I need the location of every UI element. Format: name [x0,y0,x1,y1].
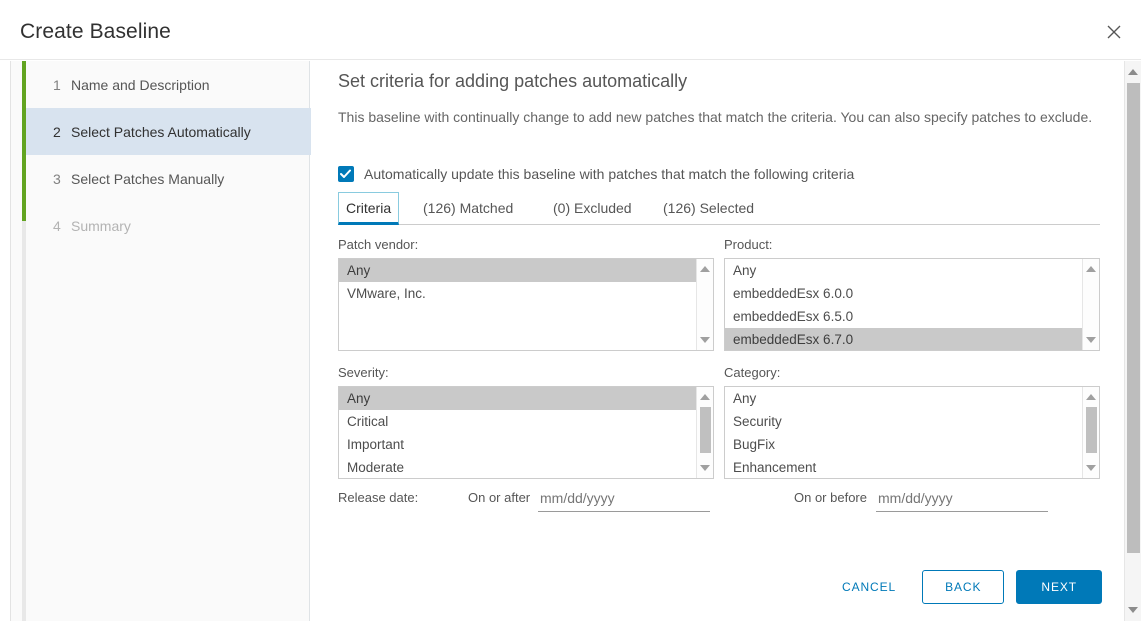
list-item[interactable]: Any [725,259,1082,282]
sidebar-item-summary: 4 Summary [26,202,311,249]
tab-excluded[interactable]: (0) Excluded [546,192,639,225]
on-or-before-date-input[interactable] [876,486,1048,512]
step-label: Summary [71,217,131,234]
field-severity: Severity: Any Critical Important Moderat… [338,365,714,479]
patch-vendor-label: Patch vendor: [338,237,419,252]
scroll-down-icon[interactable] [1128,607,1138,613]
cancel-button[interactable]: CANCEL [828,570,910,604]
on-or-before-label: On or before [794,490,867,505]
category-label: Category: [724,365,781,380]
patch-vendor-scrollbar[interactable] [696,259,713,350]
list-item[interactable]: Enhancement [725,456,1082,478]
step-label: Name and Description [71,76,210,93]
page-title: Set criteria for adding patches automati… [338,71,688,91]
scroll-down-icon[interactable] [700,465,710,471]
tab-matched[interactable]: (126) Matched [416,192,520,225]
severity-label: Severity: [338,365,389,380]
scroll-down-icon[interactable] [1086,337,1096,343]
product-label: Product: [724,237,773,252]
release-date-row: Release date: On or after On or before [338,486,1100,516]
list-item[interactable]: BugFix [725,433,1082,456]
field-product: Product: Any embeddedEsx 6.0.0 embeddedE… [724,237,1100,351]
close-icon-glyph [1107,25,1121,39]
check-icon [340,169,351,178]
auto-update-checkbox[interactable] [338,166,354,182]
list-item[interactable]: Security [725,410,1082,433]
page-scrollbar[interactable] [1124,61,1141,621]
patch-vendor-listbox[interactable]: Any VMware, Inc. [338,258,714,351]
dialog-header: Create Baseline [0,0,1141,60]
on-or-after-label: On or after [468,490,531,505]
category-scrollbar[interactable] [1082,387,1099,478]
list-item[interactable]: Critical [339,410,696,433]
list-item[interactable]: embeddedEsx 6.0.0 [725,282,1082,305]
back-button[interactable]: BACK [922,570,1005,604]
on-or-after-date-input[interactable] [538,486,710,512]
wizard-step-list: 1 Name and Description 2 Select Patches … [26,61,311,249]
release-date-label: Release date: [338,490,419,505]
auto-update-label: Automatically update this baseline with … [364,166,855,182]
scroll-up-icon[interactable] [1086,394,1096,400]
list-item[interactable]: Important [339,433,696,456]
scroll-up-icon[interactable] [700,266,710,272]
scroll-up-icon[interactable] [700,394,710,400]
next-button[interactable]: NEXT [1016,570,1102,604]
wizard-step-nav: 1 Name and Description 2 Select Patches … [10,61,311,621]
severity-listbox[interactable]: Any Critical Important Moderate [338,386,714,479]
sidebar-item-select-patches-automatically[interactable]: 2 Select Patches Automatically [26,108,311,155]
field-patch-vendor: Patch vendor: Any VMware, Inc. [338,237,714,351]
sidebar-item-select-patches-manually[interactable]: 3 Select Patches Manually [26,155,311,202]
product-options: Any embeddedEsx 6.0.0 embeddedEsx 6.5.0 … [725,259,1082,350]
list-item[interactable]: embeddedEsx 6.5.0 [725,305,1082,328]
dialog-title: Create Baseline [20,20,171,43]
step-label: Select Patches Manually [71,170,225,187]
step-number: 1 [53,76,61,93]
step-number: 2 [53,123,61,140]
product-listbox[interactable]: Any embeddedEsx 6.0.0 embeddedEsx 6.5.0 … [724,258,1100,351]
page-description: This baseline with continually change to… [338,109,1093,125]
close-icon[interactable] [1101,19,1127,45]
category-listbox[interactable]: Any Security BugFix Enhancement [724,386,1100,479]
scroll-down-icon[interactable] [700,337,710,343]
list-item[interactable]: Moderate [339,456,696,478]
criteria-tabs: Criteria (126) Matched (0) Excluded (126… [338,192,1100,225]
step-label: Select Patches Automatically [71,123,251,140]
tab-criteria[interactable]: Criteria [338,192,400,225]
category-options: Any Security BugFix Enhancement [725,387,1082,478]
step-number: 3 [53,170,61,187]
scroll-up-icon[interactable] [1128,69,1138,75]
auto-update-checkbox-row[interactable]: Automatically update this baseline with … [338,166,854,182]
sidebar-item-name-and-description[interactable]: 1 Name and Description [26,61,311,108]
list-item[interactable]: Any [339,387,696,410]
list-item[interactable]: Any [725,387,1082,410]
list-item[interactable]: Any [339,259,696,282]
wizard-content-panel: Set criteria for adding patches automati… [338,61,1113,621]
severity-options: Any Critical Important Moderate [339,387,696,478]
scroll-thumb[interactable] [1086,407,1097,453]
patch-vendor-options: Any VMware, Inc. [339,259,696,350]
tab-selected[interactable]: (126) Selected [656,192,761,225]
field-category: Category: Any Security BugFix Enhancemen… [724,365,1100,479]
dialog-footer: CANCEL BACK NEXT [338,565,1102,609]
scroll-thumb[interactable] [1127,83,1140,553]
scroll-thumb[interactable] [700,407,711,453]
list-item[interactable]: embeddedEsx 6.7.0 [725,328,1082,350]
product-scrollbar[interactable] [1082,259,1099,350]
scroll-down-icon[interactable] [1086,465,1096,471]
severity-scrollbar[interactable] [696,387,713,478]
scroll-up-icon[interactable] [1086,266,1096,272]
step-number: 4 [53,217,61,234]
list-item[interactable]: VMware, Inc. [339,282,696,305]
